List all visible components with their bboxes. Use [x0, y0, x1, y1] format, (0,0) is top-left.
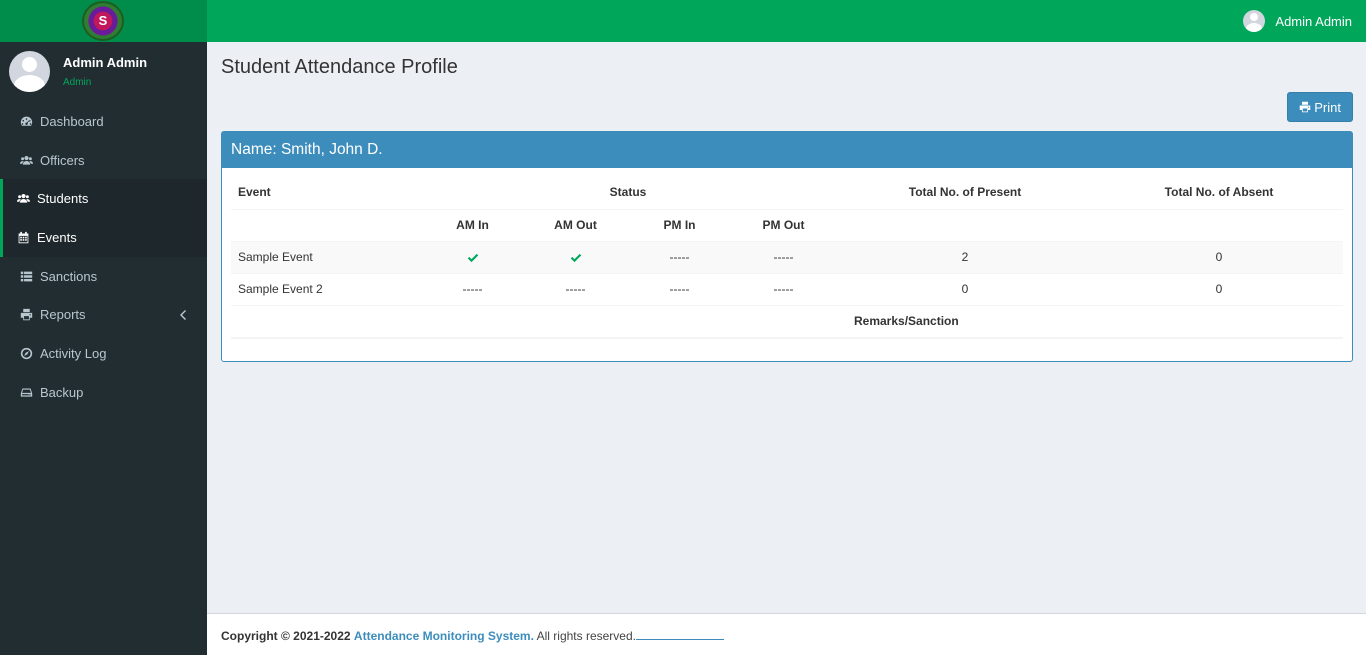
- column-header-am-in: AM In: [421, 208, 524, 241]
- empty-cell: [1095, 208, 1343, 241]
- sidebar-item-label: Reports: [40, 307, 86, 323]
- remarks-row: Remarks/Sanction: [231, 304, 1343, 337]
- total-absent-cell: 0: [1095, 272, 1343, 305]
- box-title: Name: Smith, John D.: [222, 132, 1352, 168]
- footer-rights: All rights reserved.: [536, 629, 636, 643]
- column-header-total-present: Total No. of Present: [908, 185, 1022, 200]
- footer-brand-link[interactable]: Attendance Monitoring System.: [354, 629, 534, 643]
- sidebar-item-activity-log[interactable]: Activity Log: [0, 334, 207, 373]
- page-title: Student Attendance Profile: [221, 56, 458, 78]
- pm-out-cell: -----: [732, 272, 835, 305]
- am-in-cell: -----: [421, 272, 524, 305]
- total-present-cell: 2: [835, 240, 1095, 273]
- remarks-content-row: [231, 336, 1343, 339]
- table-row: Sample Event ----- ----- 2 0: [231, 240, 1343, 273]
- total-absent-cell: 0: [1095, 240, 1343, 273]
- check-icon: [421, 240, 524, 273]
- attendance-table: Event Status Total No. of Present Total …: [231, 176, 1343, 339]
- print-icon: [1300, 101, 1311, 113]
- chevron-left-icon[interactable]: [179, 308, 191, 321]
- footer-copyright: Copyright © 2021-2022: [221, 629, 351, 643]
- user-menu-name: Admin Admin: [1275, 13, 1352, 29]
- sidebar-item-label: Dashboard: [40, 113, 104, 129]
- empty-cell: [835, 208, 1095, 241]
- sidebar-item-dashboard[interactable]: Dashboard: [0, 102, 207, 141]
- top-navbar: S Admin Admin: [0, 0, 1366, 42]
- sidebar-item-label: Activity Log: [40, 345, 107, 361]
- am-out-cell: -----: [524, 272, 627, 305]
- column-header-status: Status: [609, 185, 647, 200]
- sidebar-menu: Dashboard Officers Students Events Sanct…: [0, 102, 207, 412]
- sidebar-item-label: Events: [37, 229, 77, 245]
- remarks-content: [231, 336, 1343, 339]
- user-menu[interactable]: Admin Admin: [1243, 9, 1352, 33]
- footer-blank-link[interactable]: [635, 630, 724, 640]
- box-body: Event Status Total No. of Present Total …: [222, 168, 1352, 347]
- dashboard-icon: [19, 114, 33, 128]
- user-panel-role: Admin: [63, 77, 92, 88]
- hdd-icon: [19, 385, 33, 399]
- column-header-pm-in: PM In: [627, 208, 732, 241]
- sidebar-item-officers[interactable]: Officers: [0, 141, 207, 180]
- sidebar-item-students[interactable]: Students: [0, 179, 207, 219]
- sidebar: Admin Admin Admin Dashboard Officers Stu…: [0, 42, 207, 655]
- user-avatar-icon: [1243, 10, 1266, 32]
- remarks-sanction-header: Remarks/Sanction: [835, 304, 1343, 337]
- logo-icon: S: [82, 1, 124, 41]
- sidebar-item-sanctions[interactable]: Sanctions: [0, 257, 207, 296]
- sidebar-item-label: Sanctions: [40, 268, 98, 284]
- sidebar-item-label: Officers: [40, 152, 85, 168]
- print-button[interactable]: Print: [1287, 92, 1353, 122]
- sidebar-item-events[interactable]: Events: [0, 218, 207, 257]
- pm-in-cell: -----: [627, 272, 732, 305]
- users-icon: [19, 153, 33, 167]
- pm-out-cell: -----: [732, 240, 835, 273]
- table-subheader-row: AM In AM Out PM In PM Out: [231, 208, 1343, 241]
- empty-cell: [231, 304, 835, 337]
- table-header-row: Event Status Total No. of Present Total …: [231, 176, 1343, 209]
- column-header-event: Event: [238, 185, 271, 200]
- logo-area[interactable]: S: [0, 0, 207, 42]
- sidebar-item-reports[interactable]: Reports: [0, 295, 207, 334]
- sidebar-item-label: Students: [37, 191, 89, 207]
- print-button-label: Print: [1314, 99, 1341, 115]
- list-icon: [19, 269, 33, 283]
- avatar: [9, 51, 50, 92]
- column-header-pm-out: PM Out: [732, 208, 835, 241]
- users-icon: [16, 192, 30, 206]
- column-header-am-out: AM Out: [524, 208, 627, 241]
- event-name: Sample Event: [231, 240, 421, 273]
- user-panel-name: Admin Admin: [63, 55, 148, 70]
- event-name: Sample Event 2: [231, 272, 421, 305]
- table-row: Sample Event 2 ----- ----- ----- ----- 0…: [231, 272, 1343, 305]
- sidebar-item-backup[interactable]: Backup: [0, 373, 207, 412]
- footer: Copyright © 2021-2022 Attendance Monitor…: [207, 613, 1366, 655]
- print-icon: [19, 308, 33, 322]
- column-header-total-absent: Total No. of Absent: [1164, 185, 1274, 200]
- pm-in-cell: -----: [627, 240, 732, 273]
- calendar-icon: [16, 230, 30, 244]
- attendance-box: Name: Smith, John D. Event Status Total …: [221, 131, 1353, 362]
- total-present-cell: 0: [835, 272, 1095, 305]
- main-content: Student Attendance Profile Print Name: S…: [207, 42, 1366, 613]
- compass-icon: [19, 346, 33, 360]
- empty-cell: [231, 208, 421, 241]
- user-panel: Admin Admin Admin: [0, 42, 207, 102]
- check-icon: [524, 240, 627, 273]
- sidebar-item-label: Backup: [40, 384, 84, 400]
